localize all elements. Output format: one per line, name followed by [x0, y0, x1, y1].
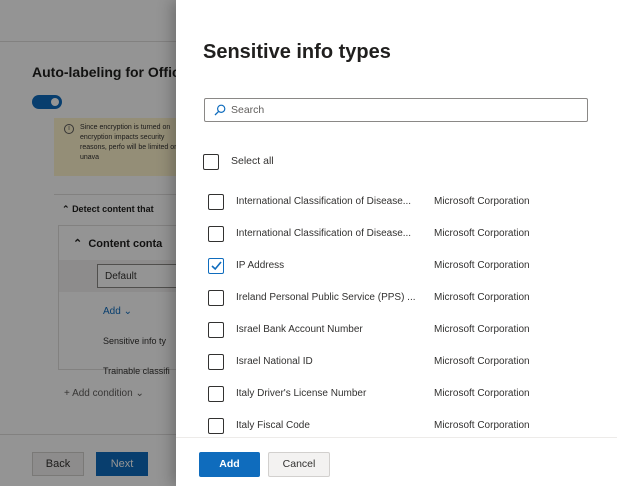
- item-name: International Classification of Disease.…: [236, 196, 412, 207]
- list-item[interactable]: Israel Bank Account Number Microsoft Corp…: [176, 314, 617, 346]
- item-publisher: Microsoft Corporation: [434, 228, 530, 239]
- list-item[interactable]: International Classification of Disease.…: [176, 186, 617, 218]
- select-all-label: Select all: [231, 155, 274, 167]
- item-publisher: Microsoft Corporation: [434, 292, 530, 303]
- item-name: International Classification of Disease.…: [236, 228, 412, 239]
- select-all-row[interactable]: Select all: [203, 152, 603, 172]
- item-name: Italy Driver's License Number: [236, 388, 367, 399]
- info-type-list: International Classification of Disease.…: [176, 186, 617, 436]
- item-checkbox[interactable]: [208, 290, 224, 306]
- panel-title: Sensitive info types: [203, 41, 391, 63]
- search-input[interactable]: [231, 102, 581, 118]
- search-icon: [214, 104, 226, 116]
- item-publisher: Microsoft Corporation: [434, 388, 530, 399]
- list-item[interactable]: International Classification of Disease.…: [176, 218, 617, 250]
- item-checkbox[interactable]: [208, 258, 224, 274]
- list-item[interactable]: IP Address Microsoft Corporation: [176, 250, 617, 282]
- add-button[interactable]: Add: [199, 452, 260, 477]
- sensitive-info-types-panel: Sensitive info types Select all Internat…: [176, 0, 617, 486]
- item-checkbox[interactable]: [208, 226, 224, 242]
- item-name: Ireland Personal Public Service (PPS) ..…: [236, 292, 416, 303]
- item-publisher: Microsoft Corporation: [434, 324, 530, 335]
- item-name: Israel National ID: [236, 356, 313, 367]
- search-box[interactable]: [204, 98, 588, 122]
- item-publisher: Microsoft Corporation: [434, 260, 530, 271]
- item-checkbox[interactable]: [208, 354, 224, 370]
- item-publisher: Microsoft Corporation: [434, 420, 530, 431]
- checkmark-icon: [211, 261, 222, 271]
- item-publisher: Microsoft Corporation: [434, 196, 530, 207]
- item-publisher: Microsoft Corporation: [434, 356, 530, 367]
- list-item[interactable]: Italy Fiscal Code Microsoft Corporation: [176, 410, 617, 436]
- list-item[interactable]: Israel National ID Microsoft Corporation: [176, 346, 617, 378]
- select-all-checkbox[interactable]: [203, 154, 219, 170]
- cancel-button[interactable]: Cancel: [268, 452, 330, 477]
- item-name: IP Address: [236, 260, 285, 271]
- item-checkbox[interactable]: [208, 418, 224, 434]
- panel-footer: Add Cancel: [176, 437, 617, 486]
- item-checkbox[interactable]: [208, 386, 224, 402]
- item-checkbox[interactable]: [208, 322, 224, 338]
- item-name: Israel Bank Account Number: [236, 324, 363, 335]
- item-name: Italy Fiscal Code: [236, 420, 310, 431]
- list-item[interactable]: Italy Driver's License Number Microsoft C…: [176, 378, 617, 410]
- item-checkbox[interactable]: [208, 194, 224, 210]
- list-item[interactable]: Ireland Personal Public Service (PPS) ..…: [176, 282, 617, 314]
